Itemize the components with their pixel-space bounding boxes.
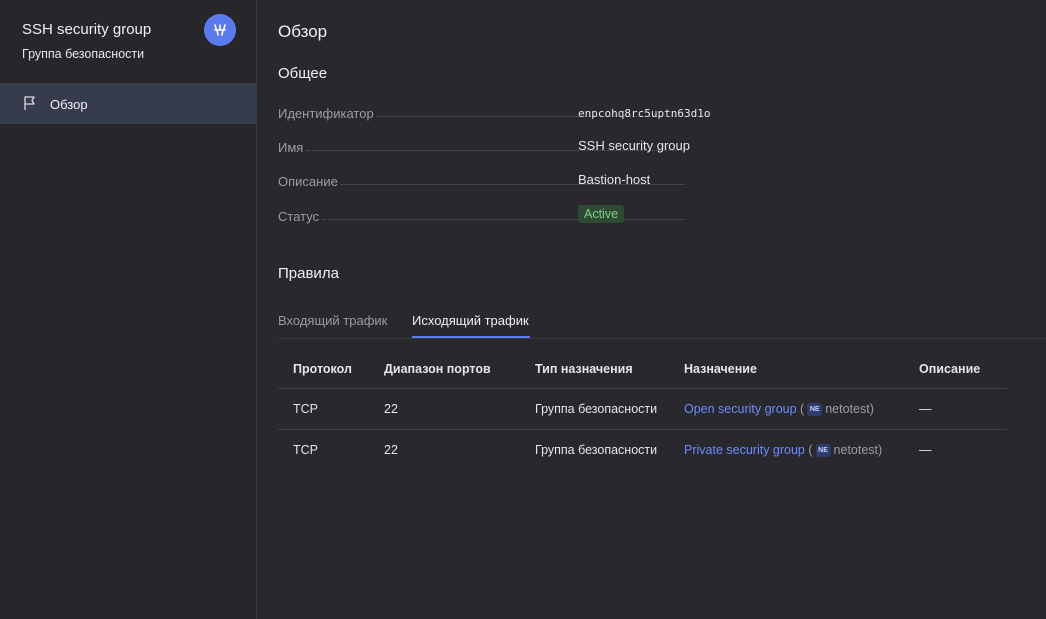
folder-badge: NE [815, 444, 831, 458]
paren-open: ( [800, 401, 805, 416]
field-label: Идентификатор [278, 106, 374, 121]
paren-open: ( [808, 442, 813, 457]
column-header-ports: Диапазон портов [369, 350, 520, 389]
table-row: TCP 22 Группа безопасности Private secur… [278, 430, 1007, 471]
cell-destination: Open security group (NE netotest) [669, 388, 904, 430]
column-header-description: Описание [904, 350, 1007, 389]
sidebar-item-overview[interactable]: Обзор [0, 84, 256, 124]
folder-name: netotest [833, 442, 879, 457]
cell-ports: 22 [369, 388, 520, 430]
cell-ports: 22 [384, 443, 398, 457]
field-label: Имя [278, 140, 304, 155]
security-group-icon [204, 14, 236, 46]
tab-ingress[interactable]: Входящий трафик [278, 313, 387, 328]
cell-description: — [919, 443, 932, 457]
field-row-status: Статус [278, 206, 688, 224]
field-value-id[interactable]: enpcohq8rc5uptn63d1o [578, 107, 710, 120]
dotted-leader [322, 219, 685, 220]
cell-dest-type: Группа безопасности [535, 443, 658, 457]
page-title: Обзор [278, 22, 328, 41]
folder-name: netotest [825, 401, 870, 416]
cell-dest-type: Группа безопасности [520, 388, 669, 430]
cell-destination: Private security group (NE netotest) [669, 430, 904, 471]
section-general-title: Общее [278, 65, 328, 82]
column-header-dest-type: Тип назначения [520, 350, 669, 389]
field-value-name: SSH security group [578, 138, 690, 153]
cell-protocol: TCP [293, 443, 318, 457]
section-rules-title: Правила [278, 265, 339, 282]
cell-description: — [904, 388, 1007, 430]
rules-tabs: Входящий трафик Исходящий трафик [278, 302, 1046, 339]
folder-badge: NE [807, 403, 823, 417]
security-group-link[interactable]: Open security group [684, 402, 797, 416]
flag-icon [22, 95, 38, 114]
table-header-row: Протокол Диапазон портов Тип назначения … [278, 350, 1007, 389]
field-label: Статус [278, 209, 320, 224]
resource-title: SSH security group [22, 21, 152, 38]
column-header-destination: Назначение [669, 350, 904, 389]
main-content: Обзор Общее Идентификатор enpcohq8rc5upt… [257, 0, 1046, 619]
column-header-protocol: Протокол [278, 350, 369, 389]
tabs-divider [278, 338, 1046, 339]
resource-type: Группа безопасности [22, 47, 145, 61]
tab-egress[interactable]: Исходящий трафик [412, 313, 529, 328]
cell-protocol: TCP [278, 388, 369, 430]
field-label: Описание [278, 174, 338, 189]
paren-close: ) [869, 401, 874, 416]
sidebar: SSH security group Группа безопасности О… [0, 0, 257, 619]
table-row: TCP 22 Группа безопасности Open security… [278, 388, 1007, 430]
app-window: SSH security group Группа безопасности О… [0, 0, 1046, 619]
rules-table: Протокол Диапазон портов Тип назначения … [278, 350, 1007, 470]
sidebar-header: SSH security group Группа безопасности [0, 0, 256, 84]
security-group-link[interactable]: Private security group [684, 443, 805, 457]
field-value-description: Bastion-host [578, 172, 651, 187]
status-badge: Active [578, 205, 625, 223]
sidebar-item-label: Обзор [50, 96, 88, 112]
paren-close: ) [878, 442, 883, 457]
